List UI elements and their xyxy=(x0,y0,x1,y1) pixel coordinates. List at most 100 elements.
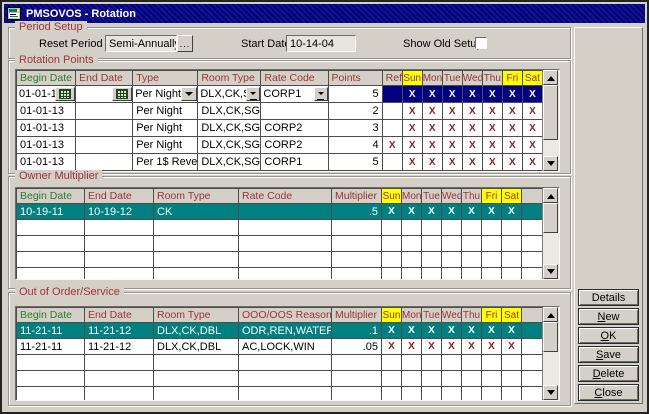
day-cell-mon[interactable]: X xyxy=(422,103,442,120)
day-cell-wed[interactable]: X xyxy=(462,154,482,171)
day-cell-mon[interactable]: X xyxy=(422,154,442,171)
day-cell-fri[interactable]: X xyxy=(502,103,522,120)
reason-cell[interactable]: ODR,REN,WATER xyxy=(239,323,332,339)
list-of-values-icon[interactable] xyxy=(314,87,328,101)
new-button[interactable]: New xyxy=(578,308,639,325)
day-cell-mon[interactable]: X xyxy=(402,323,422,339)
ooo-scrollbar[interactable] xyxy=(542,307,559,400)
reset-period-field[interactable]: Semi-Annually xyxy=(105,35,177,52)
type-cell[interactable]: Per Night xyxy=(133,103,198,120)
day-cell-sat[interactable]: X xyxy=(522,120,542,137)
ref-cell[interactable] xyxy=(382,103,402,120)
begin-date-cell[interactable]: 10-19-11 xyxy=(17,204,85,220)
ref-cell[interactable] xyxy=(382,86,402,103)
day-cell-tue[interactable]: X xyxy=(442,103,462,120)
day-cell-sun[interactable]: X xyxy=(402,86,422,103)
rate-code-cell[interactable]: CORP2 xyxy=(261,137,328,154)
begin-date-cell[interactable]: 01-01-13 xyxy=(17,137,76,154)
end-date-cell[interactable] xyxy=(76,154,133,171)
begin-date-cell[interactable]: 01-01-13 xyxy=(17,103,76,120)
day-cell-sun[interactable]: X xyxy=(402,103,422,120)
end-date-cell[interactable] xyxy=(76,86,133,103)
scrollbar-thumb[interactable] xyxy=(543,203,558,233)
scroll-down-icon[interactable] xyxy=(543,156,558,171)
end-date-cell[interactable]: 11-21-12 xyxy=(85,323,154,339)
day-cell-sat[interactable]: X xyxy=(502,204,522,220)
points-cell[interactable]: 4 xyxy=(328,137,382,154)
room-type-cell[interactable]: DLX,CK,SGK,KC xyxy=(198,120,261,137)
day-cell-thu[interactable]: X xyxy=(462,339,482,355)
day-cell-tue[interactable]: X xyxy=(422,204,442,220)
day-cell-sun[interactable]: X xyxy=(382,204,402,220)
day-cell-sat[interactable]: X xyxy=(502,339,522,355)
owner-scrollbar[interactable] xyxy=(542,188,559,279)
begin-date-cell[interactable]: 01-01-13 xyxy=(17,120,76,137)
day-cell-wed[interactable]: X xyxy=(462,103,482,120)
type-cell[interactable]: Per Night xyxy=(133,86,198,103)
end-date-cell[interactable] xyxy=(76,103,133,120)
day-cell-sun[interactable]: X xyxy=(402,154,422,171)
day-cell-fri[interactable]: X xyxy=(482,323,502,339)
room-type-cell[interactable]: DLX,CK,SGK,KC xyxy=(198,103,261,120)
day-cell-fri[interactable]: X xyxy=(502,154,522,171)
day-cell-sun[interactable]: X xyxy=(382,339,402,355)
ok-button[interactable]: OK xyxy=(578,327,639,344)
details-button[interactable]: Details xyxy=(578,289,639,306)
day-cell-tue[interactable]: X xyxy=(422,339,442,355)
day-cell-wed[interactable]: X xyxy=(462,137,482,154)
day-cell-mon[interactable]: X xyxy=(402,339,422,355)
ref-cell[interactable] xyxy=(382,120,402,137)
points-cell[interactable]: 3 xyxy=(328,120,382,137)
end-date-cell[interactable] xyxy=(76,120,133,137)
room-type-cell[interactable]: DLX,CK,SGI xyxy=(198,86,261,103)
begin-date-cell[interactable]: 01-01-13 xyxy=(17,154,76,171)
multiplier-cell[interactable]: .1 xyxy=(332,323,382,339)
day-cell-sat[interactable]: X xyxy=(522,86,542,103)
room-type-cell[interactable]: DLX,CK,SGK,KC xyxy=(198,154,261,171)
rate-code-cell[interactable] xyxy=(261,103,328,120)
day-cell-sun[interactable]: X xyxy=(402,120,422,137)
save-button[interactable]: Save xyxy=(578,346,639,363)
day-cell-tue[interactable]: X xyxy=(422,323,442,339)
scroll-up-icon[interactable] xyxy=(543,188,558,203)
ref-cell[interactable] xyxy=(382,154,402,171)
day-cell-thu[interactable]: X xyxy=(462,323,482,339)
day-cell-fri[interactable]: X xyxy=(502,120,522,137)
room-type-cell[interactable]: DLX,CK,SGK,KC xyxy=(198,137,261,154)
day-cell-mon[interactable]: X xyxy=(402,204,422,220)
points-cell[interactable]: 2 xyxy=(328,103,382,120)
day-cell-mon[interactable]: X xyxy=(422,137,442,154)
delete-button[interactable]: Delete xyxy=(578,365,639,382)
day-cell-mon[interactable]: X xyxy=(422,86,442,103)
day-cell-wed[interactable]: X xyxy=(442,323,462,339)
day-cell-wed[interactable]: X xyxy=(442,339,462,355)
begin-date-cell[interactable]: 11-21-11 xyxy=(17,339,85,355)
scrollbar-thumb[interactable] xyxy=(543,85,558,140)
list-of-values-icon[interactable] xyxy=(246,87,260,101)
day-cell-sat[interactable]: X xyxy=(502,323,522,339)
day-cell-tue[interactable]: X xyxy=(442,86,462,103)
day-cell-tue[interactable]: X xyxy=(442,120,462,137)
close-button[interactable]: Close xyxy=(578,384,639,401)
day-cell-fri[interactable]: X xyxy=(502,137,522,154)
end-date-cell[interactable]: 11-21-12 xyxy=(85,339,154,355)
title-bar[interactable]: PMSOVOS - Rotation xyxy=(4,4,645,23)
day-cell-sat[interactable]: X xyxy=(522,103,542,120)
begin-date-cell[interactable]: 01-01-13 xyxy=(17,86,76,103)
day-cell-thu[interactable]: X xyxy=(482,137,502,154)
day-cell-tue[interactable]: X xyxy=(442,137,462,154)
day-cell-thu[interactable]: X xyxy=(462,204,482,220)
multiplier-cell[interactable]: .5 xyxy=(332,204,382,220)
day-cell-mon[interactable]: X xyxy=(422,120,442,137)
calendar-icon[interactable] xyxy=(112,87,132,101)
rate-code-cell[interactable]: CORP1 xyxy=(261,154,328,171)
show-old-setup-checkbox[interactable] xyxy=(475,37,487,49)
day-cell-fri[interactable]: X xyxy=(482,339,502,355)
day-cell-thu[interactable]: X xyxy=(482,103,502,120)
scroll-down-icon[interactable] xyxy=(543,385,558,400)
day-cell-thu[interactable]: X xyxy=(482,154,502,171)
reason-cell[interactable]: AC,LOCK,WIN xyxy=(239,339,332,355)
points-cell[interactable]: 5 xyxy=(328,154,382,171)
rate-code-cell[interactable]: CORP1 xyxy=(261,86,328,103)
begin-date-cell[interactable]: 11-21-11 xyxy=(17,323,85,339)
